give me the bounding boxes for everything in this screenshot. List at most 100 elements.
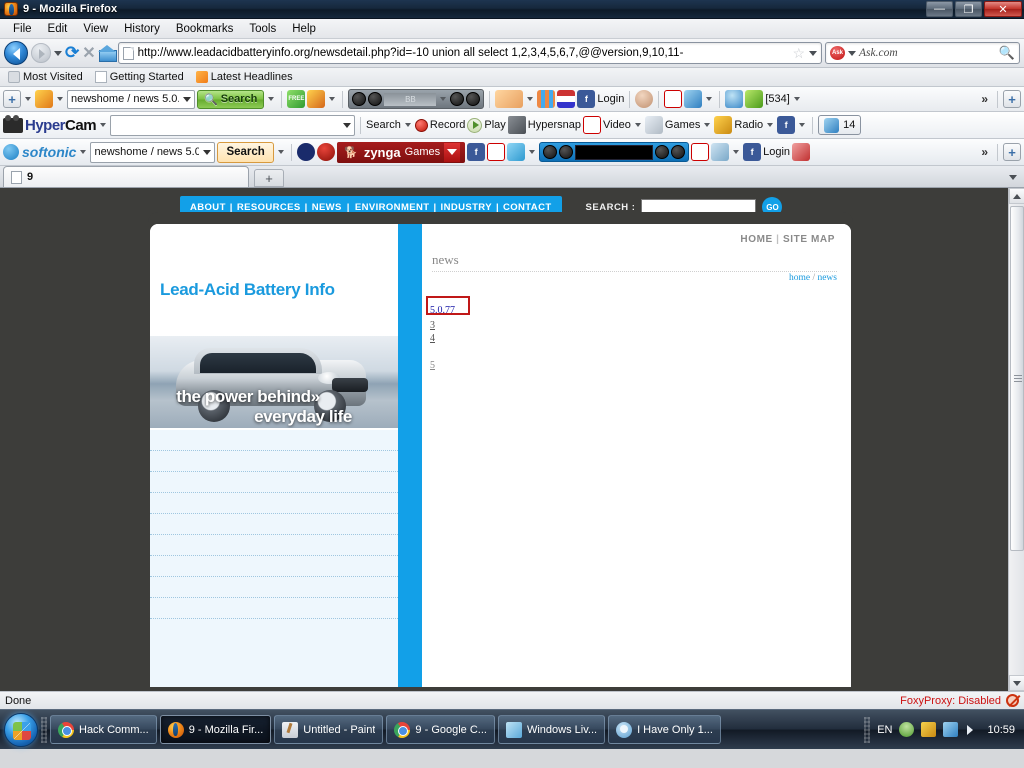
hypercam-search-label[interactable]: Search (366, 119, 401, 131)
record-icon[interactable] (414, 118, 428, 132)
volume-icon[interactable] (450, 92, 465, 106)
url-bar[interactable]: http://www.leadacidbatteryinfo.org/newsd… (117, 42, 822, 64)
history-dropdown-icon[interactable] (54, 50, 62, 56)
nav-link-environment[interactable]: ENVIRONMENT (355, 202, 430, 213)
games-label[interactable]: Games (665, 119, 700, 131)
media-player-widget[interactable] (539, 142, 690, 162)
taskbar-item-chrome[interactable]: 9 - Google C... (386, 715, 495, 744)
maximize-button[interactable]: ❐ (955, 1, 982, 17)
language-indicator[interactable]: EN (877, 724, 892, 736)
nav-link-news[interactable]: NEWS (312, 202, 342, 213)
settings-icon[interactable] (671, 145, 686, 159)
toolbar-search-value[interactable]: newshome / news 5.0.7 (71, 93, 179, 105)
chevron-down-icon[interactable] (704, 123, 711, 127)
hypercam-search-combo[interactable] (110, 114, 356, 136)
youtube-icon[interactable] (487, 143, 506, 161)
bookmark-latest-headlines[interactable]: Latest Headlines (192, 70, 297, 84)
chevron-down-icon[interactable] (329, 97, 336, 101)
hypersnap-icon[interactable] (507, 116, 526, 134)
chevron-down-icon[interactable] (100, 123, 107, 127)
chevron-down-icon[interactable] (277, 150, 284, 154)
reload-icon[interactable]: ⟳ (65, 43, 79, 63)
nav-link-contact[interactable]: CONTACT (503, 202, 552, 213)
back-icon[interactable] (4, 41, 28, 65)
menu-file[interactable]: File (6, 21, 39, 37)
volume-icon[interactable] (655, 145, 670, 159)
facebook-icon[interactable]: f (467, 143, 486, 161)
foxyproxy-status[interactable]: FoxyProxy: Disabled (900, 695, 1001, 707)
result-column-4[interactable]: 4 (430, 333, 455, 344)
chevron-down-icon[interactable] (183, 96, 191, 102)
taskbar-item-paint[interactable]: Untitled - Paint (274, 715, 384, 744)
close-button[interactable]: ✕ (984, 1, 1022, 17)
bookmark-star-icon[interactable]: ☆ (792, 45, 805, 62)
photo-icon[interactable] (684, 90, 703, 108)
chevron-down-icon[interactable] (527, 97, 534, 101)
url-text[interactable]: http://www.leadacidbatteryinfo.org/newsd… (138, 47, 789, 59)
browser-search-input[interactable]: Ask.com (859, 47, 996, 59)
foxyproxy-icon[interactable] (1006, 694, 1019, 707)
menu-view[interactable]: View (76, 21, 115, 37)
taskbar-clock[interactable]: 10:59 (987, 724, 1015, 736)
forward-icon[interactable] (31, 43, 51, 63)
taskbar-item-hack-comm[interactable]: Hack Comm... (50, 715, 157, 744)
chevron-down-icon[interactable] (203, 149, 212, 155)
tv-icon[interactable] (307, 90, 326, 108)
stop-icon[interactable] (352, 92, 367, 106)
chevron-down-icon[interactable] (444, 142, 461, 162)
menu-tools[interactable]: Tools (242, 21, 283, 37)
next-icon[interactable] (559, 145, 574, 159)
toolbar-add-icon[interactable]: + (1003, 143, 1021, 161)
nav-link-industry[interactable]: INDUSTRY (441, 202, 492, 213)
breadcrumb-home[interactable]: home (789, 273, 810, 283)
chevron-down-icon[interactable] (25, 97, 31, 101)
result-column-3[interactable]: 3 (430, 320, 455, 331)
play-icon[interactable] (467, 117, 483, 133)
face-icon[interactable] (635, 90, 654, 108)
rss-feed-icon[interactable] (745, 90, 764, 108)
scroll-down-icon[interactable] (1009, 675, 1024, 691)
toolbar-search-combo[interactable]: newshome / news 5.0.7 (67, 89, 195, 109)
avatars-icon[interactable] (495, 90, 524, 108)
flag-icon[interactable] (557, 90, 576, 108)
radio-icon[interactable] (714, 116, 733, 134)
chevron-down-icon[interactable] (80, 150, 87, 154)
bookmark-most-visited[interactable]: Most Visited (4, 70, 87, 84)
toolbar-search-button[interactable]: 🔍 Search (197, 89, 265, 109)
minimize-icon[interactable] (466, 92, 481, 106)
result-column-5[interactable]: 5 (430, 360, 455, 371)
twitter-icon[interactable] (507, 143, 526, 161)
hypersnap-label[interactable]: Hypersnap (528, 119, 581, 131)
taskbar-item-firefox[interactable]: 9 - Mozilla Fir... (159, 715, 272, 744)
browser-search-box[interactable]: Ask Ask.com 🔍 (825, 42, 1020, 64)
facebook-login-label[interactable]: Login (597, 93, 624, 105)
scroll-up-icon[interactable] (1009, 188, 1024, 204)
window-counter[interactable]: 14 (818, 115, 862, 135)
toolbar-add-icon[interactable]: + (3, 90, 21, 108)
youtube-icon[interactable] (582, 116, 601, 134)
softonic-search-combo[interactable]: newshome / news 5.0.7 (90, 141, 216, 163)
tray-grip[interactable] (864, 716, 871, 743)
chevron-down-icon[interactable] (268, 97, 275, 101)
chevron-down-icon[interactable] (706, 97, 713, 101)
nav-link-resources[interactable]: RESOURCES (237, 202, 301, 213)
zynga-games-widget[interactable]: 🐕 zynga Games (336, 141, 466, 163)
taskbar-grip[interactable] (41, 716, 47, 743)
menu-history[interactable]: History (117, 21, 167, 37)
start-button[interactable] (4, 712, 38, 747)
top-link-home[interactable]: HOME (740, 234, 772, 245)
security-shield-icon[interactable] (921, 722, 937, 737)
facebook-icon[interactable]: f (777, 116, 796, 134)
video-label[interactable]: Video (603, 119, 631, 131)
play-label[interactable]: Play (484, 119, 505, 131)
people-icon[interactable] (725, 90, 744, 108)
minimize-button[interactable]: — (926, 1, 953, 17)
chevron-down-icon[interactable] (793, 97, 800, 101)
taskbar-item-messenger[interactable]: I Have Only 1... (608, 715, 721, 744)
tv-icon[interactable] (711, 143, 730, 161)
popcorn-icon[interactable] (792, 143, 811, 161)
tab-9[interactable]: 9 (3, 166, 249, 187)
search-engine-dropdown-icon[interactable] (848, 50, 856, 56)
network-icon[interactable] (943, 722, 959, 737)
taskbar-item-windows-live[interactable]: Windows Liv... (497, 715, 606, 744)
